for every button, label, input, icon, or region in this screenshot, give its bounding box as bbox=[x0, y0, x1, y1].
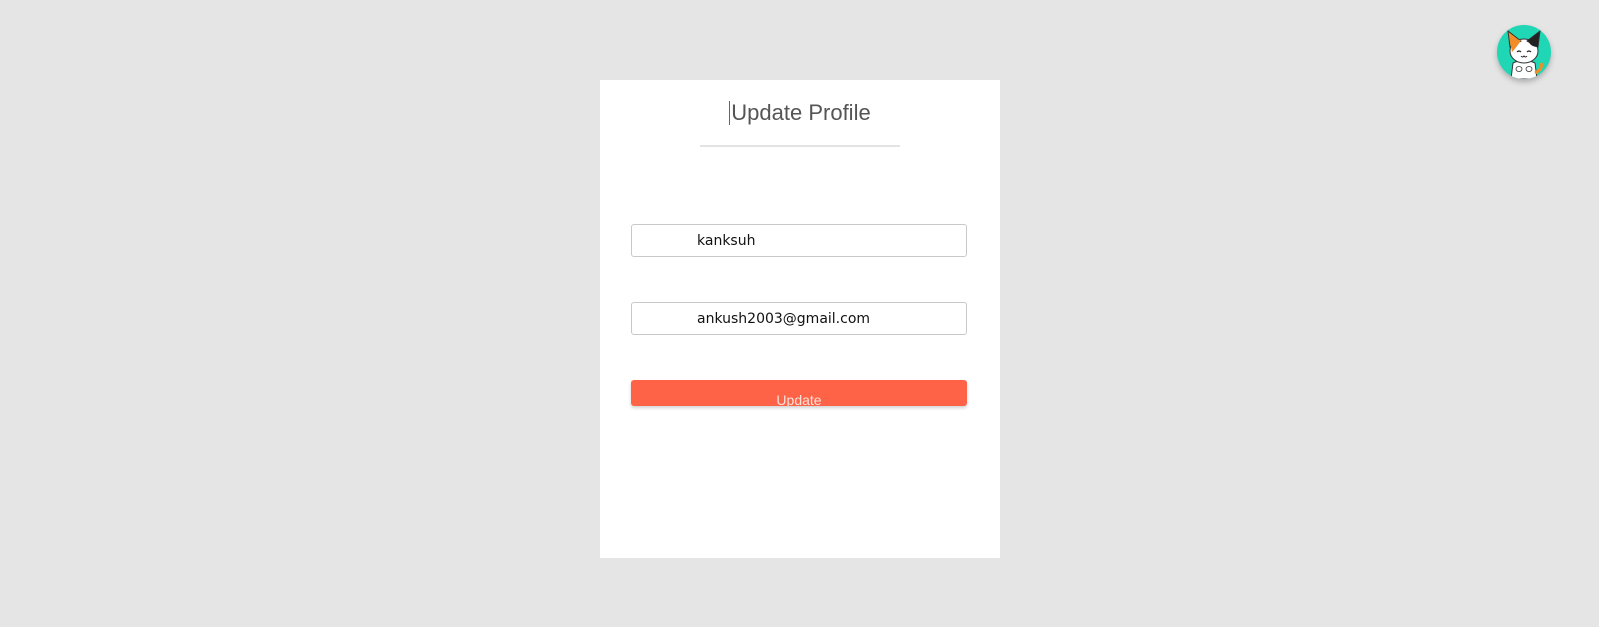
title-divider bbox=[700, 145, 900, 147]
page-title-text: Update Profile bbox=[731, 100, 871, 125]
update-button[interactable]: Update bbox=[631, 380, 967, 406]
page-title: Update Profile bbox=[600, 100, 1000, 126]
avatar[interactable] bbox=[1497, 25, 1551, 79]
update-profile-card: Update Profile Update bbox=[600, 80, 1000, 558]
update-button-label: Update bbox=[776, 392, 822, 406]
name-field[interactable] bbox=[631, 224, 967, 257]
cat-avatar-icon bbox=[1507, 29, 1543, 79]
email-field[interactable] bbox=[631, 302, 967, 335]
